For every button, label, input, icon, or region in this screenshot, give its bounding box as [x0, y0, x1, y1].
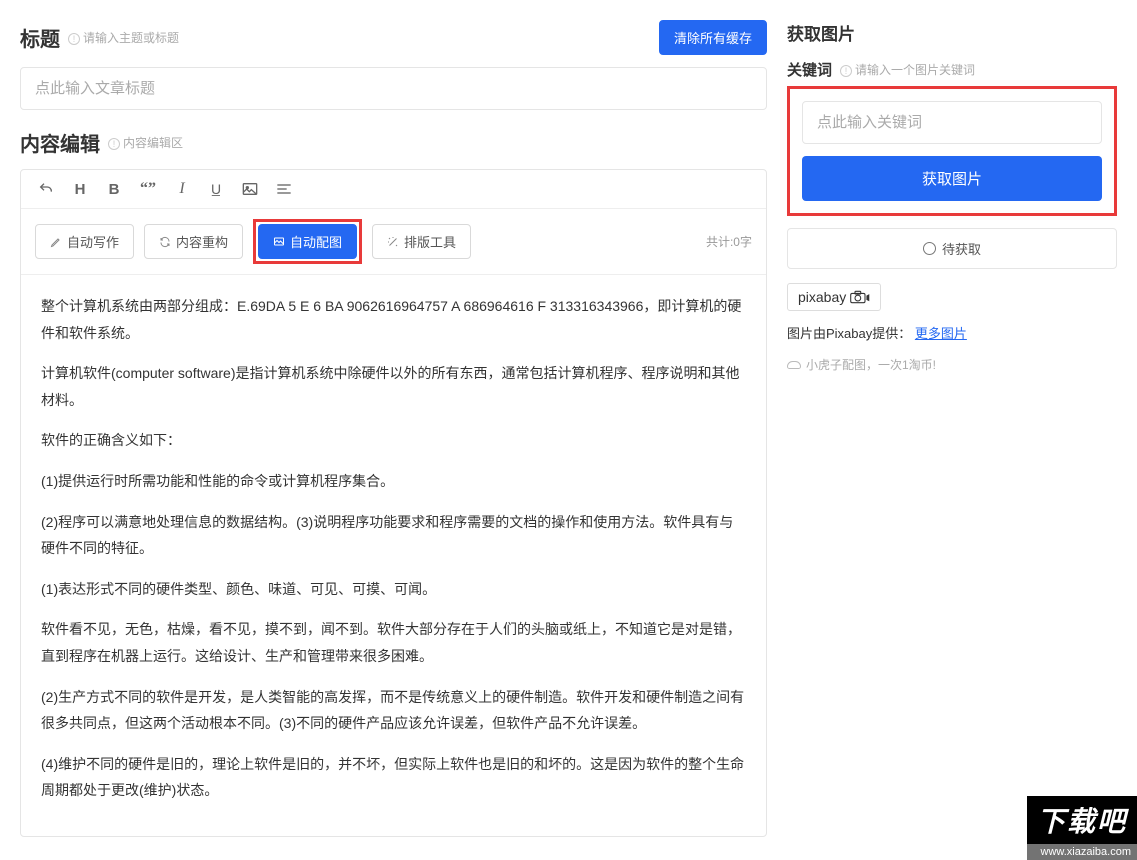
undo-icon[interactable] — [37, 180, 55, 198]
keyword-input[interactable] — [802, 101, 1102, 144]
keyword-hint: !请输入一个图片关键词 — [840, 61, 975, 78]
layout-tool-button[interactable]: 排版工具 — [372, 224, 471, 259]
wand-icon — [387, 236, 399, 248]
keyword-highlight-box: 获取图片 — [787, 86, 1117, 216]
restructure-button[interactable]: 内容重构 — [144, 224, 243, 259]
clear-cache-button[interactable]: 清除所有缓存 — [659, 20, 767, 55]
word-count: 共计:0字 — [706, 233, 752, 250]
watermark: 下载吧 www.xiazaiba.com — [1027, 796, 1137, 860]
title-hint: !请输入主题或标题 — [68, 29, 179, 46]
bold-button[interactable]: B — [105, 180, 123, 198]
heading-button[interactable]: H — [71, 180, 89, 198]
format-toolbar: H B “” I U̲ — [21, 170, 766, 209]
pending-button[interactable]: 待获取 — [787, 228, 1117, 269]
footer-hint: 小虎子配图，一次1淘币! — [787, 356, 1117, 373]
align-button[interactable] — [275, 180, 293, 198]
get-image-button[interactable]: 获取图片 — [802, 156, 1102, 201]
auto-image-button[interactable]: 自动配图 — [258, 224, 357, 259]
pixabay-badge: pixabay — [787, 283, 881, 311]
underline-button[interactable]: U̲ — [207, 180, 225, 198]
content-hint: !内容编辑区 — [108, 134, 183, 151]
editor-box: H B “” I U̲ 自动写作 — [20, 169, 767, 837]
watermark-url: www.xiazaiba.com — [1027, 844, 1137, 860]
content-label: 内容编辑 — [20, 128, 100, 157]
paragraph: (4)维护不同的硬件是旧的，理论上软件是旧的，并不坏，但实际上软件也是旧的和坏的… — [41, 751, 746, 804]
more-images-link[interactable]: 更多图片 — [915, 326, 967, 341]
paragraph: 软件的正确含义如下： — [41, 427, 746, 454]
get-image-title: 获取图片 — [787, 20, 1117, 45]
cap-icon — [787, 361, 801, 369]
keyword-label: 关键词 — [787, 59, 832, 80]
paragraph: 计算机软件(computer software)是指计算机系统中除硬件以外的所有… — [41, 360, 746, 413]
paragraph: (1)提供运行时所需功能和性能的命令或计算机程序集合。 — [41, 468, 746, 495]
action-toolbar: 自动写作 内容重构 自动配图 排版工具 — [21, 209, 766, 275]
quote-button[interactable]: “” — [139, 180, 157, 198]
paragraph: 整个计算机系统由两部分组成：E.69DA 5 E 6 BA 9062616964… — [41, 293, 746, 346]
provider-line: 图片由Pixabay提供： 更多图片 — [787, 323, 1117, 342]
paragraph: (1)表达形式不同的硬件类型、颜色、味道、可见、可摸、可闻。 — [41, 576, 746, 603]
pencil-icon — [50, 236, 62, 248]
paragraph: (2)生产方式不同的软件是开发，是人类智能的高发挥，而不是传统意义上的硬件制造。… — [41, 684, 746, 737]
article-title-input[interactable] — [20, 67, 767, 110]
title-section-header: 标题 !请输入主题或标题 清除所有缓存 — [20, 20, 767, 55]
auto-write-button[interactable]: 自动写作 — [35, 224, 134, 259]
refresh-icon — [159, 236, 171, 248]
italic-button[interactable]: I — [173, 180, 191, 198]
paragraph: (2)程序可以满意地处理信息的数据结构。(3)说明程序功能要求和程序需要的文档的… — [41, 509, 746, 562]
watermark-text: 下载吧 — [1027, 796, 1137, 844]
title-label: 标题 — [20, 23, 60, 52]
auto-image-highlight: 自动配图 — [253, 219, 362, 264]
camera-icon — [850, 290, 870, 304]
paragraph: 软件看不见，无色，枯燥，看不见，摸不到，闻不到。软件大部分存在于人们的头脑或纸上… — [41, 616, 746, 669]
circle-icon — [923, 242, 936, 255]
content-section-header: 内容编辑 !内容编辑区 — [20, 128, 767, 157]
picture-icon — [273, 236, 285, 248]
editor-content-area[interactable]: 整个计算机系统由两部分组成：E.69DA 5 E 6 BA 9062616964… — [21, 275, 766, 836]
image-button[interactable] — [241, 180, 259, 198]
